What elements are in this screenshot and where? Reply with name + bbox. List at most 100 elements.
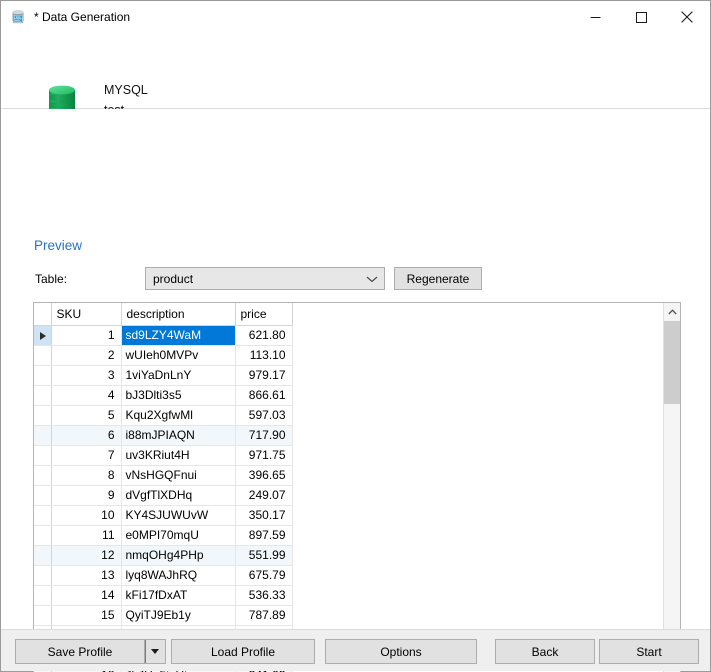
column-header-price[interactable]: price <box>235 303 293 326</box>
cell-sku[interactable]: 6 <box>51 425 122 446</box>
load-profile-button[interactable]: Load Profile <box>171 639 315 664</box>
cell-price[interactable]: 350.17 <box>235 505 293 526</box>
row-header-cell[interactable] <box>34 505 52 526</box>
cell-description[interactable]: 1viYaDnLnY <box>121 365 236 386</box>
cell-price[interactable]: 717.90 <box>235 425 293 446</box>
footer-button-bar: Save Profile Load Profile Options Back S… <box>1 629 710 671</box>
row-header-cell[interactable] <box>34 485 52 506</box>
table-select-value: product <box>153 271 194 286</box>
cell-price[interactable]: 249.07 <box>235 485 293 506</box>
cell-description[interactable]: i88mJPIAQN <box>121 425 236 446</box>
cell-price[interactable]: 551.99 <box>235 545 293 566</box>
row-header-cell[interactable] <box>34 365 52 386</box>
cell-sku[interactable]: 5 <box>51 405 122 426</box>
cell-description[interactable]: KY4SJUWUvW <box>121 505 236 526</box>
cell-sku[interactable]: 7 <box>51 445 122 466</box>
cell-sku[interactable]: 2 <box>51 345 122 366</box>
cell-description[interactable]: bJ3Dlti3s5 <box>121 385 236 406</box>
row-header-cell[interactable] <box>34 465 52 486</box>
cell-sku[interactable]: 3 <box>51 365 122 386</box>
cell-description[interactable]: kFi17fDxAT <box>121 585 236 606</box>
row-header-cell[interactable] <box>34 445 52 466</box>
cell-price[interactable]: 787.89 <box>235 605 293 626</box>
row-header-cell[interactable] <box>34 405 52 426</box>
minimize-button[interactable] <box>572 1 618 33</box>
table-row[interactable]: 11 e0MPI70mqU 897.59 <box>34 525 293 546</box>
table-row[interactable]: 10 KY4SJUWUvW 350.17 <box>34 505 293 526</box>
cell-sku[interactable]: 1 <box>51 325 122 346</box>
title-bar: 101 ABC * Data Generation <box>1 1 710 33</box>
table-row[interactable]: 9 dVgfTlXDHq 249.07 <box>34 485 293 506</box>
chevron-up-icon[interactable] <box>664 303 680 320</box>
cell-description[interactable]: QyiTJ9Eb1y <box>121 605 236 626</box>
save-profile-button[interactable]: Save Profile <box>15 639 145 664</box>
cell-description[interactable]: Kqu2XgfwMl <box>121 405 236 426</box>
cell-sku[interactable]: 14 <box>51 585 122 606</box>
table-row[interactable]: 13 lyq8WAJhRQ 675.79 <box>34 565 293 586</box>
row-header-cell[interactable] <box>34 385 52 406</box>
cell-sku[interactable]: 10 <box>51 505 122 526</box>
cell-price[interactable]: 971.75 <box>235 445 293 466</box>
column-header-sku[interactable]: SKU <box>51 303 122 326</box>
cell-price[interactable]: 536.33 <box>235 585 293 606</box>
cell-description[interactable]: nmqOHg4PHp <box>121 545 236 566</box>
cell-sku[interactable]: 8 <box>51 465 122 486</box>
grid-viewport: SKU description price 1 sd9LZY4WaM 621.80 2… <box>34 303 663 672</box>
table-row[interactable]: 5 Kqu2XgfwMl 597.03 <box>34 405 293 426</box>
database-code-icon: 101 ABC <box>10 9 26 25</box>
close-button[interactable] <box>664 1 710 33</box>
cell-price[interactable]: 866.61 <box>235 385 293 406</box>
table-row[interactable]: 8 vNsHGQFnui 396.65 <box>34 465 293 486</box>
cell-sku[interactable]: 12 <box>51 545 122 566</box>
cell-price[interactable]: 979.17 <box>235 365 293 386</box>
table-row[interactable]: 12 nmqOHg4PHp 551.99 <box>34 545 293 566</box>
row-header-cell[interactable] <box>34 345 52 366</box>
cell-price[interactable]: 396.65 <box>235 465 293 486</box>
cell-description[interactable]: uv3KRiut4H <box>121 445 236 466</box>
save-profile-dropdown-button[interactable] <box>145 639 166 664</box>
row-header-cell[interactable] <box>34 605 52 626</box>
cell-description[interactable]: sd9LZY4WaM <box>121 325 236 346</box>
cell-sku[interactable]: 15 <box>51 605 122 626</box>
cell-price[interactable]: 113.10 <box>235 345 293 366</box>
cell-description[interactable]: e0MPI70mqU <box>121 525 236 546</box>
row-header-cell[interactable] <box>34 325 52 346</box>
table-row[interactable]: 6 i88mJPIAQN 717.90 <box>34 425 293 446</box>
table-row[interactable]: 4 bJ3Dlti3s5 866.61 <box>34 385 293 406</box>
table-row[interactable]: 3 1viYaDnLnY 979.17 <box>34 365 293 386</box>
cell-sku[interactable]: 11 <box>51 525 122 546</box>
table-row[interactable]: 14 kFi17fDxAT 536.33 <box>34 585 293 606</box>
maximize-button[interactable] <box>618 1 664 33</box>
cell-sku[interactable]: 9 <box>51 485 122 506</box>
table-header: SKU description price <box>34 303 293 326</box>
cell-sku[interactable]: 13 <box>51 565 122 586</box>
options-button[interactable]: Options <box>325 639 477 664</box>
cell-price[interactable]: 675.79 <box>235 565 293 586</box>
cell-sku[interactable]: 4 <box>51 385 122 406</box>
table-body: 1 sd9LZY4WaM 621.80 2 wUIeh0MVPv 113.10 3 1viYa… <box>34 325 293 672</box>
row-header-cell[interactable] <box>34 545 52 566</box>
start-button[interactable]: Start <box>599 639 699 664</box>
table-row[interactable]: 2 wUIeh0MVPv 113.10 <box>34 345 293 366</box>
cell-price[interactable]: 597.03 <box>235 405 293 426</box>
column-header-description[interactable]: description <box>121 303 236 326</box>
table-row[interactable]: 15 QyiTJ9Eb1y 787.89 <box>34 605 293 626</box>
scrollbar-thumb[interactable] <box>664 321 680 404</box>
table-select[interactable]: product <box>145 267 385 290</box>
cell-price[interactable]: 897.59 <box>235 525 293 546</box>
row-header-cell[interactable] <box>34 425 52 446</box>
row-header-cell[interactable] <box>34 565 52 586</box>
row-header-cell[interactable] <box>34 585 52 606</box>
regenerate-button[interactable]: Regenerate <box>394 267 482 290</box>
table-label: Table: <box>35 272 68 286</box>
grid-vertical-scrollbar[interactable] <box>663 303 680 672</box>
back-button[interactable]: Back <box>495 639 595 664</box>
cell-description[interactable]: dVgfTlXDHq <box>121 485 236 506</box>
cell-price[interactable]: 621.80 <box>235 325 293 346</box>
table-row[interactable]: 1 sd9LZY4WaM 621.80 <box>34 325 293 346</box>
table-row[interactable]: 7 uv3KRiut4H 971.75 <box>34 445 293 466</box>
cell-description[interactable]: vNsHGQFnui <box>121 465 236 486</box>
row-header-cell[interactable] <box>34 525 52 546</box>
cell-description[interactable]: wUIeh0MVPv <box>121 345 236 366</box>
cell-description[interactable]: lyq8WAJhRQ <box>121 565 236 586</box>
